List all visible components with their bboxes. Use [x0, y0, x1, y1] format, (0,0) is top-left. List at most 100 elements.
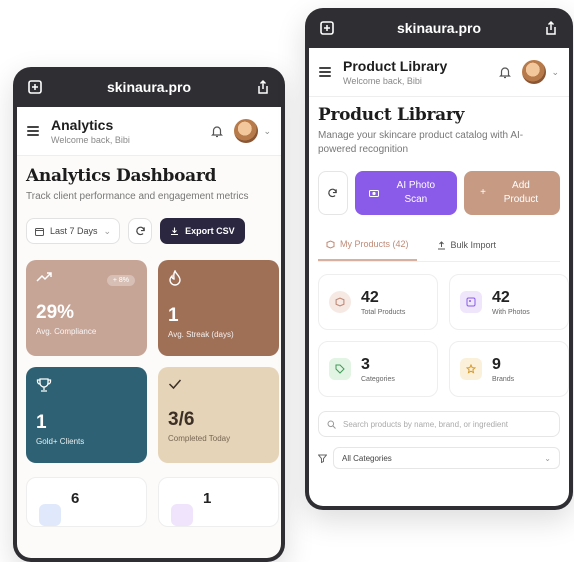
- trend-up-icon: [36, 272, 52, 282]
- add-product-button[interactable]: + Add Product: [464, 171, 560, 215]
- product-stats: 42 Total Products 42 With Photos 3 Categori…: [318, 274, 569, 397]
- star-icon: [460, 358, 482, 380]
- card-value: 1: [168, 305, 179, 326]
- stat-value: 42: [492, 288, 510, 306]
- menu-icon[interactable]: [27, 126, 39, 136]
- app-screen: Product Library Welcome back, Bibi ⌄ Pro…: [309, 48, 569, 506]
- header-title: Product Library: [343, 58, 448, 74]
- tag-icon: [329, 358, 351, 380]
- stat-label: Total Products: [361, 308, 406, 316]
- card-value: 3/6: [168, 409, 195, 430]
- chevron-down-icon: ⌄: [103, 225, 112, 236]
- stat-with-photos: 42 With Photos: [449, 274, 569, 330]
- tab-label: Bulk Import: [450, 240, 497, 250]
- stat-total-products: 42 Total Products: [318, 274, 438, 330]
- ai-photo-scan-button[interactable]: AI Photo Scan: [354, 171, 458, 215]
- box-icon: [329, 291, 351, 313]
- stat-label: Categories: [361, 375, 395, 383]
- chevron-down-icon[interactable]: ⌄: [263, 126, 271, 137]
- upload-icon: [437, 240, 445, 249]
- phone-analytics: skinaura.pro Analytics Welcome back, Bib…: [13, 67, 285, 562]
- box-icon: [326, 239, 335, 249]
- metric-cards: + 8% 29% Avg. Compliance 1 Avg. Streak (…: [26, 260, 279, 463]
- tabs-icon[interactable]: [319, 20, 335, 36]
- plus-icon: +: [480, 187, 486, 198]
- tabs-icon[interactable]: [27, 79, 43, 95]
- tab-my-products[interactable]: My Products (42): [318, 227, 417, 261]
- phone-product-library: skinaura.pro Product Library Welcome bac…: [305, 8, 573, 510]
- header-subtitle: Welcome back, Bibi: [343, 76, 422, 86]
- calendar-icon: [35, 227, 44, 236]
- app-header: Analytics Welcome back, Bibi ⌄: [17, 107, 281, 156]
- product-search-input[interactable]: Search products by name, brand, or ingre…: [318, 411, 560, 437]
- tab-bar: My Products (42) Bulk Import: [318, 227, 560, 262]
- page-subtitle: Track client performance and engagement …: [26, 191, 249, 202]
- secondary-card[interactable]: 1: [158, 477, 279, 527]
- avatar[interactable]: [234, 119, 259, 143]
- gold-clients-card[interactable]: 1 Gold+ Clients: [26, 367, 147, 463]
- chevron-down-icon[interactable]: ⌄: [551, 67, 559, 78]
- compliance-card[interactable]: + 8% 29% Avg. Compliance: [26, 260, 147, 356]
- menu-icon[interactable]: [319, 67, 331, 77]
- card-label: Gold+ Clients: [36, 437, 85, 446]
- header-subtitle: Welcome back, Bibi: [51, 135, 130, 145]
- secondary-card[interactable]: 6: [26, 477, 147, 527]
- card-value: 1: [36, 412, 47, 433]
- date-range-label: Last 7 Days: [50, 226, 98, 236]
- stat-brands: 9 Brands: [449, 341, 569, 397]
- category-filter: All Categories ⌄: [318, 447, 560, 469]
- share-icon[interactable]: [543, 20, 559, 36]
- app-header: Product Library Welcome back, Bibi ⌄: [309, 48, 569, 97]
- star-icon: [171, 504, 193, 526]
- camera-icon: [368, 190, 379, 197]
- date-range-select[interactable]: Last 7 Days ⌄: [26, 218, 121, 244]
- tab-bulk-import[interactable]: Bulk Import: [429, 227, 505, 261]
- category-select[interactable]: All Categories ⌄: [333, 447, 560, 469]
- stat-categories: 3 Categories: [318, 341, 438, 397]
- streak-card[interactable]: 1 Avg. Streak (days): [158, 260, 279, 356]
- refresh-icon: [135, 226, 145, 235]
- action-row: AI Photo Scan + Add Product: [318, 171, 560, 215]
- secondary-cards: 6 1: [26, 477, 279, 527]
- refresh-button[interactable]: [318, 171, 348, 215]
- ai-photo-scan-label: AI Photo Scan: [396, 180, 436, 205]
- tab-label: My Products (42): [340, 239, 409, 249]
- card-label: Completed Today: [168, 434, 231, 443]
- chevron-down-icon: ⌄: [544, 453, 551, 463]
- export-csv-button[interactable]: Export CSV: [160, 218, 245, 244]
- app-screen: Analytics Welcome back, Bibi ⌄ Analytics…: [17, 107, 281, 558]
- stat-label: Brands: [492, 375, 515, 383]
- toolbar: Last 7 Days ⌄ Export CSV: [26, 218, 272, 244]
- users-icon: [39, 504, 61, 526]
- category-select-value: All Categories: [342, 453, 392, 463]
- header-title: Analytics: [51, 117, 114, 133]
- stat-value: 9: [492, 355, 501, 373]
- trophy-icon: [36, 378, 52, 392]
- refresh-button[interactable]: [128, 218, 153, 244]
- bell-icon[interactable]: [498, 65, 512, 79]
- card-label: Avg. Streak (days): [168, 330, 234, 339]
- add-product-label: Add Product: [503, 180, 539, 205]
- card-value: 29%: [36, 302, 75, 323]
- filter-icon: [318, 454, 327, 463]
- card-value: 6: [71, 490, 80, 507]
- share-icon[interactable]: [255, 79, 271, 95]
- export-label: Export CSV: [185, 226, 235, 236]
- url-text[interactable]: skinaura.pro: [397, 20, 481, 36]
- url-text[interactable]: skinaura.pro: [107, 79, 191, 95]
- avatar[interactable]: [522, 60, 547, 84]
- search-icon: [327, 420, 336, 429]
- page-title: Analytics Dashboard: [26, 166, 217, 186]
- card-value: 1: [203, 490, 212, 507]
- stat-value: 42: [361, 288, 379, 306]
- search-placeholder: Search products by name, brand, or ingre…: [343, 419, 508, 429]
- stat-value: 3: [361, 355, 370, 373]
- completed-today-card[interactable]: 3/6 Completed Today: [158, 367, 279, 463]
- stat-label: With Photos: [492, 308, 530, 316]
- image-icon: [460, 291, 482, 313]
- browser-url-bar: skinaura.pro: [309, 8, 569, 48]
- check-icon: [168, 379, 182, 390]
- flame-icon: [169, 269, 181, 286]
- bell-icon[interactable]: [210, 124, 224, 138]
- page-title: Product Library: [318, 105, 465, 125]
